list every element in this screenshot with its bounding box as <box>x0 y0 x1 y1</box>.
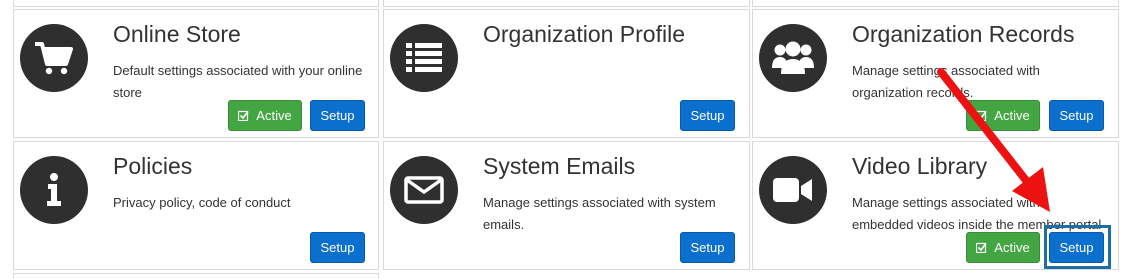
setup-button[interactable]: Setup <box>680 100 735 131</box>
card-organization-profile: Organization Profile Setup <box>383 9 750 138</box>
card-title: Video Library <box>852 153 988 179</box>
card-online-store: Online Store Default settings associated… <box>13 9 379 138</box>
settings-page: Online Store Default settings associated… <box>0 0 1131 279</box>
annotation-highlight-box <box>1044 225 1111 269</box>
setup-label: Setup <box>320 240 355 255</box>
card-description: Manage settings associated with system e… <box>483 195 716 232</box>
active-label: Active <box>994 240 1030 255</box>
setup-label: Setup <box>690 108 725 123</box>
setup-button[interactable]: Setup <box>310 232 365 263</box>
shopping-cart-icon <box>20 24 88 92</box>
card-title: System Emails <box>483 153 636 179</box>
active-button[interactable]: Active <box>228 100 302 131</box>
card-title: Organization Records <box>852 21 1075 47</box>
active-button[interactable]: Active <box>966 100 1040 131</box>
card-organization-records: Organization Records Manage settings ass… <box>752 9 1119 138</box>
card-description: Default settings associated with your on… <box>113 63 363 100</box>
setup-button[interactable]: Setup <box>1049 100 1104 131</box>
checkbox-check-icon <box>976 242 987 253</box>
video-camera-icon <box>759 156 827 224</box>
card-system-emails: System Emails Manage settings associated… <box>383 141 750 270</box>
checkbox-check-icon <box>238 110 249 121</box>
users-icon <box>759 24 827 92</box>
card-title: Online Store <box>113 21 241 47</box>
card-bottom-edge <box>13 273 379 279</box>
active-label: Active <box>994 108 1030 123</box>
list-icon <box>390 24 458 92</box>
checkbox-check-icon <box>976 110 987 121</box>
card-top-edge <box>383 0 750 7</box>
info-icon <box>20 156 88 224</box>
card-title: Organization Profile <box>483 21 685 47</box>
setup-button[interactable]: Setup <box>680 232 735 263</box>
setup-label: Setup <box>690 240 725 255</box>
setup-label: Setup <box>320 108 355 123</box>
card-policies: Policies Privacy policy, code of conduct… <box>13 141 379 270</box>
card-description: Manage settings associated with organiza… <box>852 63 1040 100</box>
card-top-edge <box>13 0 379 7</box>
setup-button[interactable]: Setup <box>310 100 365 131</box>
card-top-edge <box>752 0 1119 7</box>
card-description: Privacy policy, code of conduct <box>113 195 291 210</box>
setup-label: Setup <box>1059 108 1094 123</box>
active-button[interactable]: Active <box>966 232 1040 263</box>
active-label: Active <box>256 108 292 123</box>
envelope-icon <box>390 156 458 224</box>
card-title: Policies <box>113 153 193 179</box>
